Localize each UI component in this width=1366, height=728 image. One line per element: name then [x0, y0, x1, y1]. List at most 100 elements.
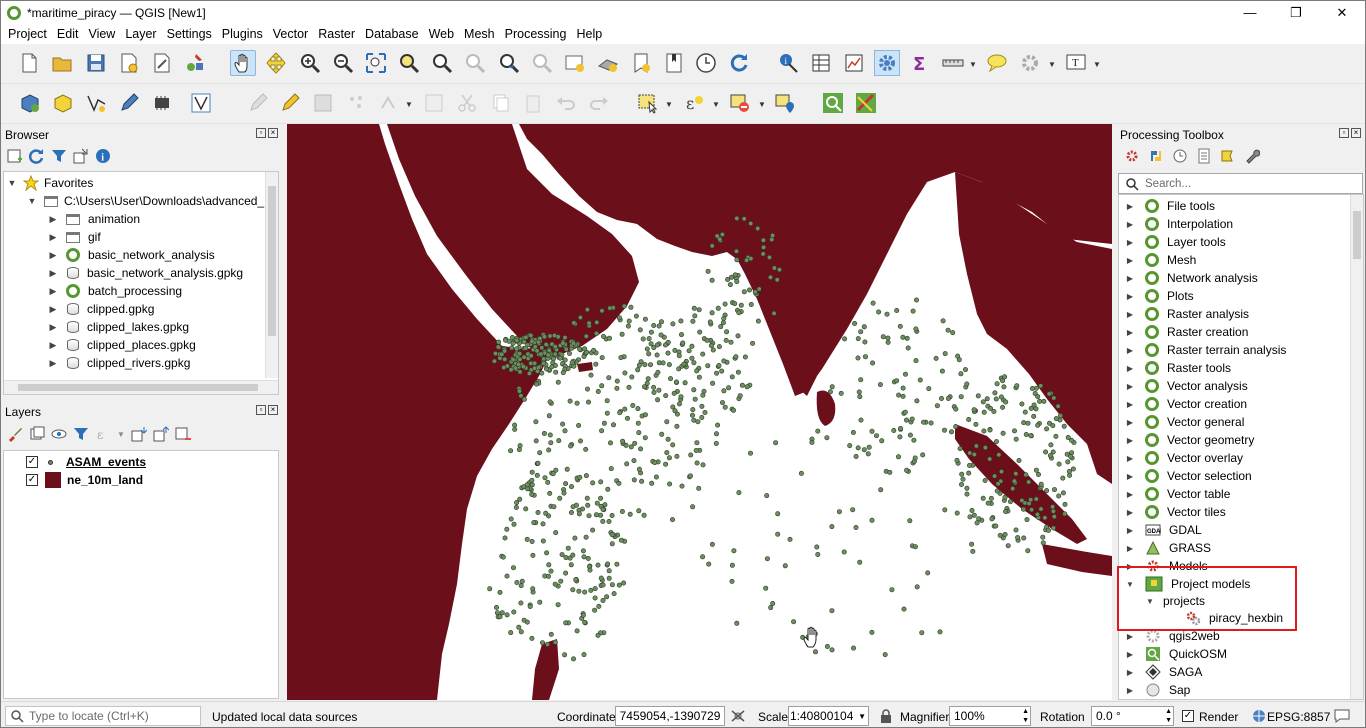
zoom-in-button[interactable] — [297, 50, 323, 76]
new-geopackage-button[interactable] — [50, 90, 76, 116]
zoom-full-button[interactable] — [363, 50, 389, 76]
options-wrench-icon[interactable] — [1244, 148, 1260, 164]
collapse-arrow-icon[interactable]: ▼ — [1145, 597, 1155, 606]
close-button[interactable]: ✕ — [1319, 1, 1365, 24]
magnifier-field[interactable]: 100% ▲ ▼ — [949, 706, 1031, 726]
expand-arrow-icon[interactable]: ▶ — [1125, 274, 1135, 283]
eye-icon[interactable] — [51, 426, 67, 442]
deselect-dropdown-arrow-icon[interactable]: ▼ — [758, 100, 766, 109]
menu-help[interactable]: Help — [571, 27, 607, 41]
coordinate-toggle-icon[interactable] — [730, 708, 746, 724]
menu-web[interactable]: Web — [424, 27, 459, 41]
expand-arrow-icon[interactable]: ▶ — [1125, 238, 1135, 247]
float-panel-button[interactable]: ▫ — [256, 128, 266, 138]
data-source-manager-button[interactable] — [17, 90, 43, 116]
new-project-button[interactable] — [16, 50, 42, 76]
processing-item-project-models[interactable]: ▼ Project models — [1125, 575, 1250, 593]
close-panel-button[interactable]: × — [268, 128, 278, 138]
map-canvas[interactable] — [287, 124, 1112, 700]
new-shapefile-button[interactable] — [116, 90, 142, 116]
processing-item-raster-creation[interactable]: ▶ Raster creation — [1125, 323, 1248, 341]
save-edits-button[interactable] — [310, 90, 336, 116]
processing-item-vector-selection[interactable]: ▶ Vector selection — [1125, 467, 1252, 485]
history-clock-icon[interactable] — [1172, 148, 1188, 164]
collapse-all-icon[interactable] — [73, 148, 89, 164]
style-manager-button[interactable] — [182, 50, 208, 76]
expand-arrow-icon[interactable]: ▶ — [48, 286, 58, 297]
profile-tool-button[interactable] — [853, 90, 879, 116]
collapse-all-icon[interactable] — [153, 426, 169, 442]
measure-dropdown-arrow-icon[interactable]: ▼ — [969, 60, 977, 69]
processing-item-interpolation[interactable]: ▶ Interpolation — [1125, 215, 1233, 233]
expand-arrow-icon[interactable]: ▶ — [1125, 310, 1135, 319]
processing-item-grass[interactable]: ▶ GRASS — [1125, 539, 1211, 557]
expand-arrow-icon[interactable]: ▶ — [1125, 400, 1135, 409]
processing-item-gdal[interactable]: ▶ GDAL GDAL — [1125, 521, 1202, 539]
float-panel-button[interactable]: ▫ — [1339, 128, 1349, 138]
tree-item-batch-processing[interactable]: ▶ batch_processing — [48, 282, 182, 300]
refresh-icon[interactable] — [29, 148, 45, 164]
expand-arrow-icon[interactable]: ▶ — [1125, 526, 1135, 535]
layer-visibility-checkbox[interactable]: ✓ — [26, 474, 38, 486]
expression-dropdown-arrow-icon[interactable]: ▼ — [712, 100, 720, 109]
filter-expression-icon[interactable]: ε — [95, 426, 111, 442]
tree-item-basic-network-analysis[interactable]: ▶ basic_network_analysis — [48, 246, 215, 264]
save-project-button[interactable] — [83, 50, 109, 76]
vertex-dropdown-arrow-icon[interactable]: ▼ — [405, 100, 413, 109]
select-dropdown-arrow-icon[interactable]: ▼ — [665, 100, 673, 109]
processing-item-vector-general[interactable]: ▶ Vector general — [1125, 413, 1244, 431]
tree-item-clipped-places[interactable]: ▶ clipped_places.gpkg — [48, 336, 196, 354]
current-edits-button[interactable] — [245, 90, 271, 116]
expand-arrow-icon[interactable]: ▶ — [1125, 544, 1135, 553]
processing-item-vector-creation[interactable]: ▶ Vector creation — [1125, 395, 1247, 413]
rotation-spin-icon[interactable]: ▲ ▼ — [1165, 707, 1172, 725]
expand-arrow-icon[interactable]: ▶ — [48, 304, 58, 315]
expand-arrow-icon[interactable]: ▶ — [1125, 328, 1135, 337]
processing-scrollbar[interactable] — [1350, 195, 1363, 699]
menu-plugins[interactable]: Plugins — [217, 27, 268, 41]
layer-item-asam-events[interactable]: ✓ ASAM_events — [26, 453, 146, 471]
redo-button[interactable] — [586, 90, 612, 116]
processing-item-plots[interactable]: ▶ Plots — [1125, 287, 1194, 305]
models-gear-icon[interactable] — [1124, 148, 1140, 164]
browser-horizontal-scrollbar[interactable] — [4, 380, 278, 394]
map-tips-button[interactable] — [984, 50, 1010, 76]
menu-edit[interactable]: Edit — [52, 27, 84, 41]
menu-project[interactable]: Project — [3, 27, 52, 41]
scrollbar-thumb[interactable] — [18, 384, 258, 391]
toggle-editing-button[interactable] — [277, 90, 303, 116]
lock-icon[interactable] — [879, 708, 893, 724]
scrollbar-thumb[interactable] — [1353, 211, 1361, 259]
new-bookmark-button[interactable] — [628, 50, 654, 76]
expand-arrow-icon[interactable]: ▶ — [1125, 364, 1135, 373]
expand-arrow-icon[interactable]: ▶ — [1125, 668, 1135, 677]
select-by-expression-button[interactable]: ε — [681, 90, 707, 116]
float-panel-button[interactable]: ▫ — [256, 405, 266, 415]
new-map-view-button[interactable] — [562, 50, 588, 76]
expand-arrow-icon[interactable]: ▶ — [1125, 562, 1135, 571]
expand-arrow-icon[interactable]: ▶ — [1125, 292, 1135, 301]
zoom-to-layer-button[interactable] — [429, 50, 455, 76]
attribute-table-button[interactable] — [808, 50, 834, 76]
locator-button[interactable] — [820, 90, 846, 116]
annotation-dropdown-arrow-icon[interactable]: ▼ — [1093, 60, 1101, 69]
close-panel-button[interactable]: × — [268, 405, 278, 415]
magnifier-spin-icon[interactable]: ▲ ▼ — [1022, 707, 1029, 725]
cut-features-button[interactable] — [454, 90, 480, 116]
edit-features-in-place-icon[interactable] — [1220, 148, 1236, 164]
tree-item-downloads-folder[interactable]: ▼ C:\Users\User\Downloads\advanced_ — [27, 192, 265, 210]
pan-to-selection-button[interactable] — [263, 50, 289, 76]
expand-arrow-icon[interactable]: ▶ — [1125, 256, 1135, 265]
zoom-native-button[interactable] — [462, 50, 488, 76]
processing-item-vector-overlay[interactable]: ▶ Vector overlay — [1125, 449, 1243, 467]
collapse-arrow-icon[interactable]: ▼ — [27, 196, 37, 206]
layer-item-ne-10m-land[interactable]: ✓ ne_10m_land — [26, 471, 143, 489]
decorations-dropdown-arrow-icon[interactable]: ▼ — [1048, 60, 1056, 69]
menu-settings[interactable]: Settings — [162, 27, 217, 41]
processing-item-file-tools[interactable]: ▶ File tools — [1125, 197, 1215, 215]
collapse-arrow-icon[interactable]: ▼ — [1125, 580, 1135, 589]
zoom-last-button[interactable] — [496, 50, 522, 76]
locator-search-field[interactable]: Type to locate (Ctrl+K) — [5, 706, 201, 726]
new-print-layout-button[interactable] — [116, 50, 142, 76]
layout-manager-button[interactable] — [149, 50, 175, 76]
